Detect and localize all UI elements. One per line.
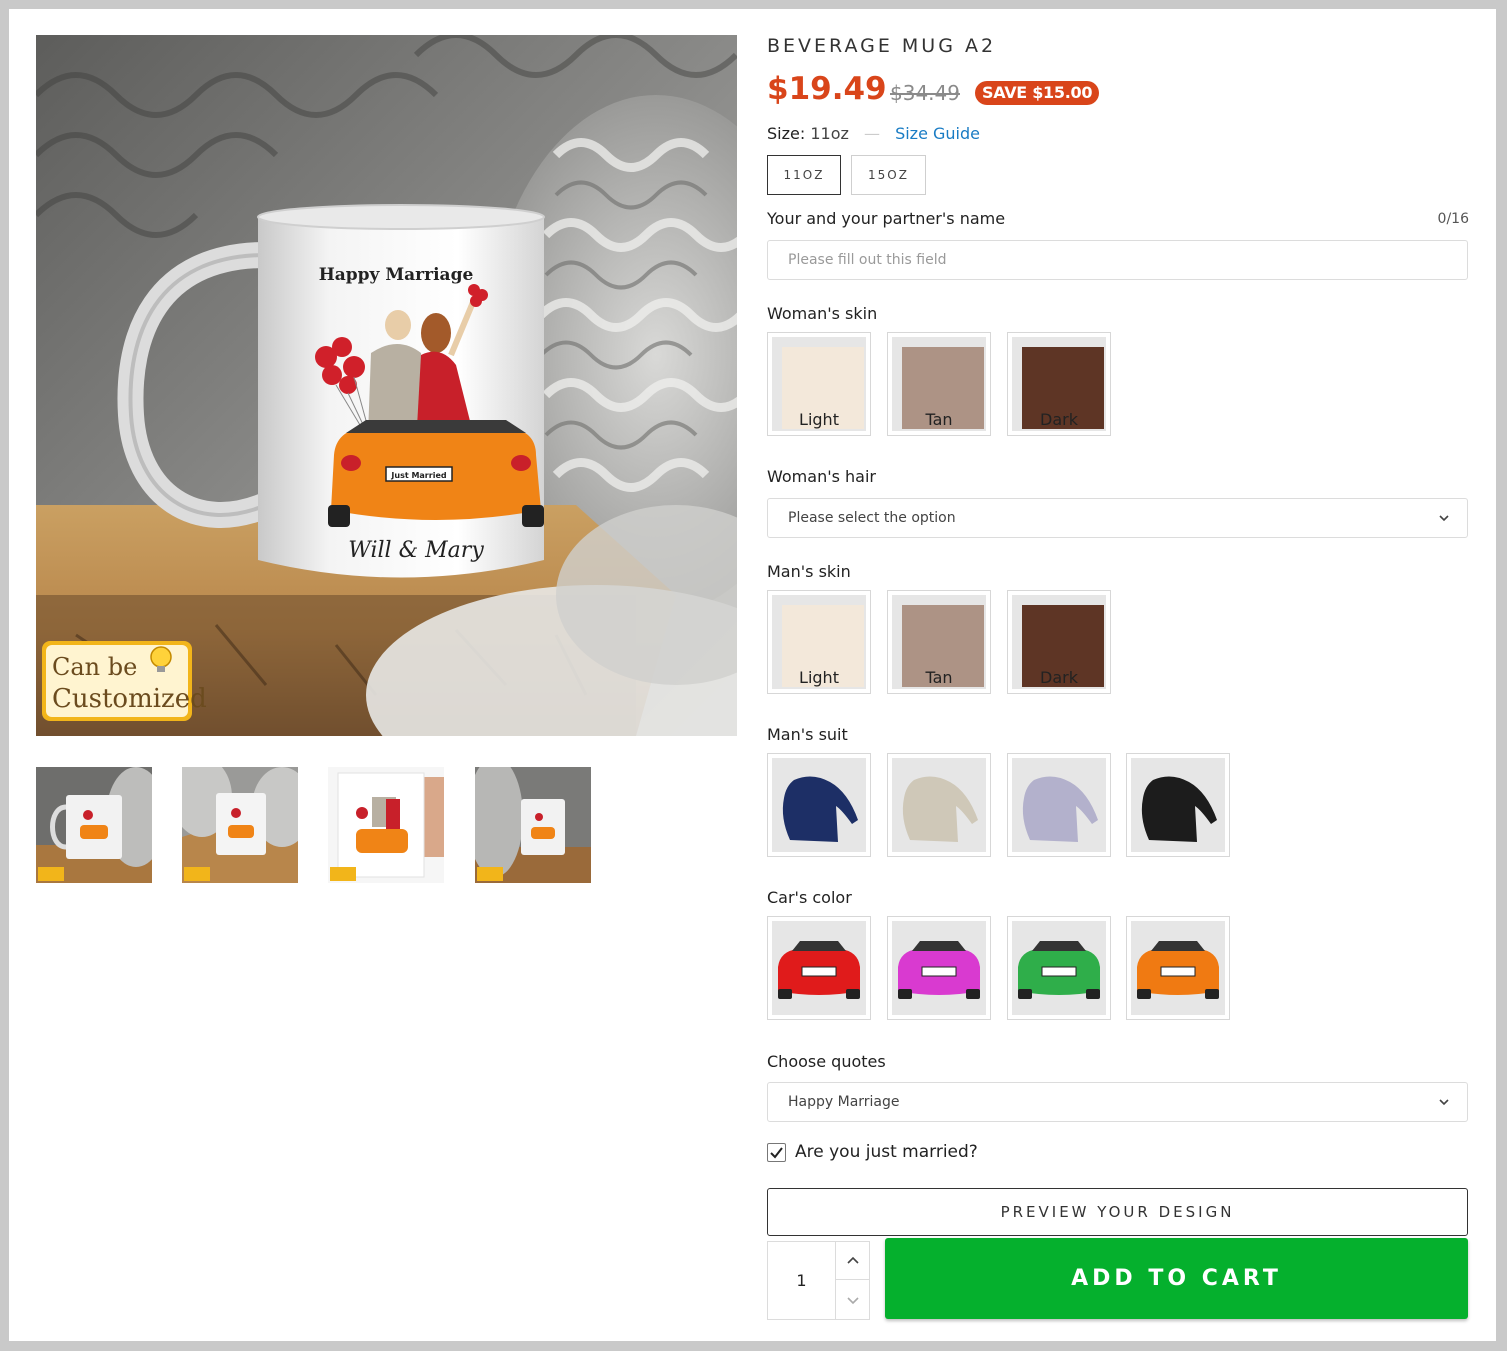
thumbnail-1[interactable] [36, 767, 152, 883]
black-suit-icon [1141, 776, 1217, 842]
man-skin-light[interactable]: Light [767, 590, 871, 694]
save-badge: SAVE $15.00 [975, 81, 1100, 105]
quantity-increase-button[interactable] [836, 1242, 870, 1280]
mug-art-plate: Just Married [390, 471, 446, 480]
thumbnail-2[interactable] [182, 767, 298, 883]
green-car-icon [1018, 941, 1100, 999]
car-color-option-pink[interactable] [887, 916, 991, 1020]
orange-car-icon [1137, 941, 1219, 999]
car-color-option-green[interactable] [1007, 916, 1111, 1020]
swatch-label: Light [799, 668, 839, 687]
size-guide-link[interactable]: Size Guide [895, 124, 980, 143]
woman-skin-light[interactable]: Light [767, 332, 871, 436]
woman-hair-select[interactable]: Please select the option [767, 498, 1468, 538]
car-color-label: Car's color [767, 888, 852, 907]
name-field-label: Your and your partner's name [767, 209, 1006, 228]
checkmark-icon [770, 1147, 783, 1159]
product-title: BEVERAGE MUG A2 [767, 35, 997, 57]
woman-skin-tan[interactable]: Tan [887, 332, 991, 436]
preview-design-button[interactable]: PREVIEW YOUR DESIGN [767, 1188, 1468, 1236]
chevron-down-icon [1439, 515, 1449, 522]
car-color-option-red[interactable] [767, 916, 871, 1020]
size-value: 11oz [810, 124, 849, 143]
thumbnail-4[interactable] [475, 767, 591, 883]
quotes-select[interactable]: Happy Marriage [767, 1082, 1468, 1122]
man-skin-tan[interactable]: Tan [887, 590, 991, 694]
just-married-checkbox[interactable] [767, 1143, 786, 1162]
swatch-label: Light [799, 410, 839, 429]
quantity-stepper: 1 [767, 1241, 870, 1320]
red-car-icon [778, 941, 860, 999]
badge-line1: Can be [52, 653, 137, 681]
mug-photo: Happy Marriage Just Married Will & Mary … [36, 35, 737, 736]
man-suit-option-lavender[interactable] [1007, 753, 1111, 857]
size-option-11oz[interactable]: 11OZ [767, 155, 841, 195]
woman-hair-label: Woman's hair [767, 467, 876, 486]
add-to-cart-button[interactable]: ADD TO CART [885, 1238, 1468, 1319]
just-married-label: Are you just married? [795, 1142, 978, 1162]
size-label: Size: [767, 124, 806, 143]
product-main-image[interactable]: Happy Marriage Just Married Will & Mary … [36, 35, 737, 736]
size-row: Size: 11oz — Size Guide [767, 124, 980, 143]
badge-line2: Customized [52, 684, 207, 714]
mug-art-header: Happy Marriage [319, 265, 474, 285]
swatch-label: Tan [925, 668, 953, 687]
navy-suit-icon [782, 776, 858, 842]
chevron-up-icon [847, 1256, 859, 1264]
swatch-label: Tan [925, 410, 953, 429]
swatch-label: Dark [1040, 410, 1078, 429]
mug-art-names: Will & Mary [348, 538, 484, 563]
car-color-option-orange[interactable] [1126, 916, 1230, 1020]
swatch-label: Dark [1040, 668, 1078, 687]
chevron-down-icon [847, 1297, 859, 1305]
chevron-down-icon [1439, 1099, 1449, 1106]
sale-price: $19.49 [767, 71, 887, 107]
woman-skin-dark[interactable]: Dark [1007, 332, 1111, 436]
woman-hair-value: Please select the option [788, 510, 956, 526]
quantity-decrease-button[interactable] [836, 1281, 870, 1319]
quotes-label: Choose quotes [767, 1052, 886, 1071]
size-divider: — [863, 124, 880, 143]
partner-name-input[interactable] [767, 240, 1468, 280]
beige-suit-icon [902, 776, 978, 842]
man-skin-dark[interactable]: Dark [1007, 590, 1111, 694]
quotes-value: Happy Marriage [788, 1094, 900, 1110]
thumbnail-3[interactable] [328, 767, 444, 883]
compare-price: $34.49 [890, 81, 960, 105]
man-skin-label: Man's skin [767, 562, 851, 581]
pink-car-icon [898, 941, 980, 999]
can-be-customized-badge: Can be Customized [42, 641, 207, 721]
woman-skin-label: Woman's skin [767, 304, 878, 323]
quantity-value[interactable]: 1 [768, 1242, 836, 1319]
man-suit-option-navy[interactable] [767, 753, 871, 857]
lavender-suit-icon [1022, 776, 1098, 842]
size-option-15oz[interactable]: 15OZ [851, 155, 926, 195]
page-frame: Happy Marriage Just Married Will & Mary … [9, 9, 1496, 1341]
man-suit-option-beige[interactable] [887, 753, 991, 857]
man-suit-label: Man's suit [767, 725, 848, 744]
name-char-counter: 0/16 [1437, 211, 1469, 227]
man-suit-option-black[interactable] [1126, 753, 1230, 857]
